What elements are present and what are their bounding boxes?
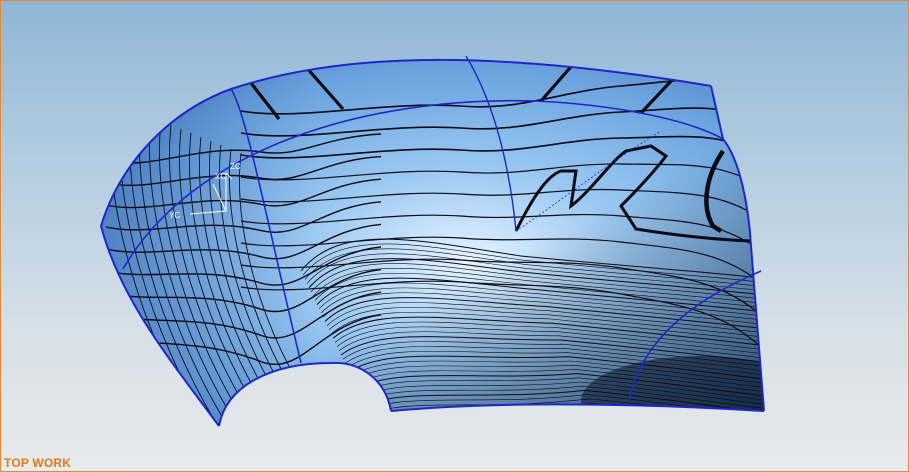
contour-line xyxy=(374,411,764,427)
xc-axis-label: XC xyxy=(215,172,226,181)
cad-model-scene[interactable]: ZC XC YC xyxy=(1,1,909,472)
contour-line xyxy=(372,406,764,427)
part-surface[interactable] xyxy=(1,1,909,472)
contour-line xyxy=(378,419,764,427)
view-name-label: TOP WORK xyxy=(4,456,72,470)
contour-line xyxy=(376,415,764,427)
zc-axis-label: ZC xyxy=(230,162,241,171)
yc-axis-label: YC xyxy=(169,211,180,220)
graphics-viewport[interactable]: ZC XC YC TOP WORK xyxy=(0,0,909,472)
